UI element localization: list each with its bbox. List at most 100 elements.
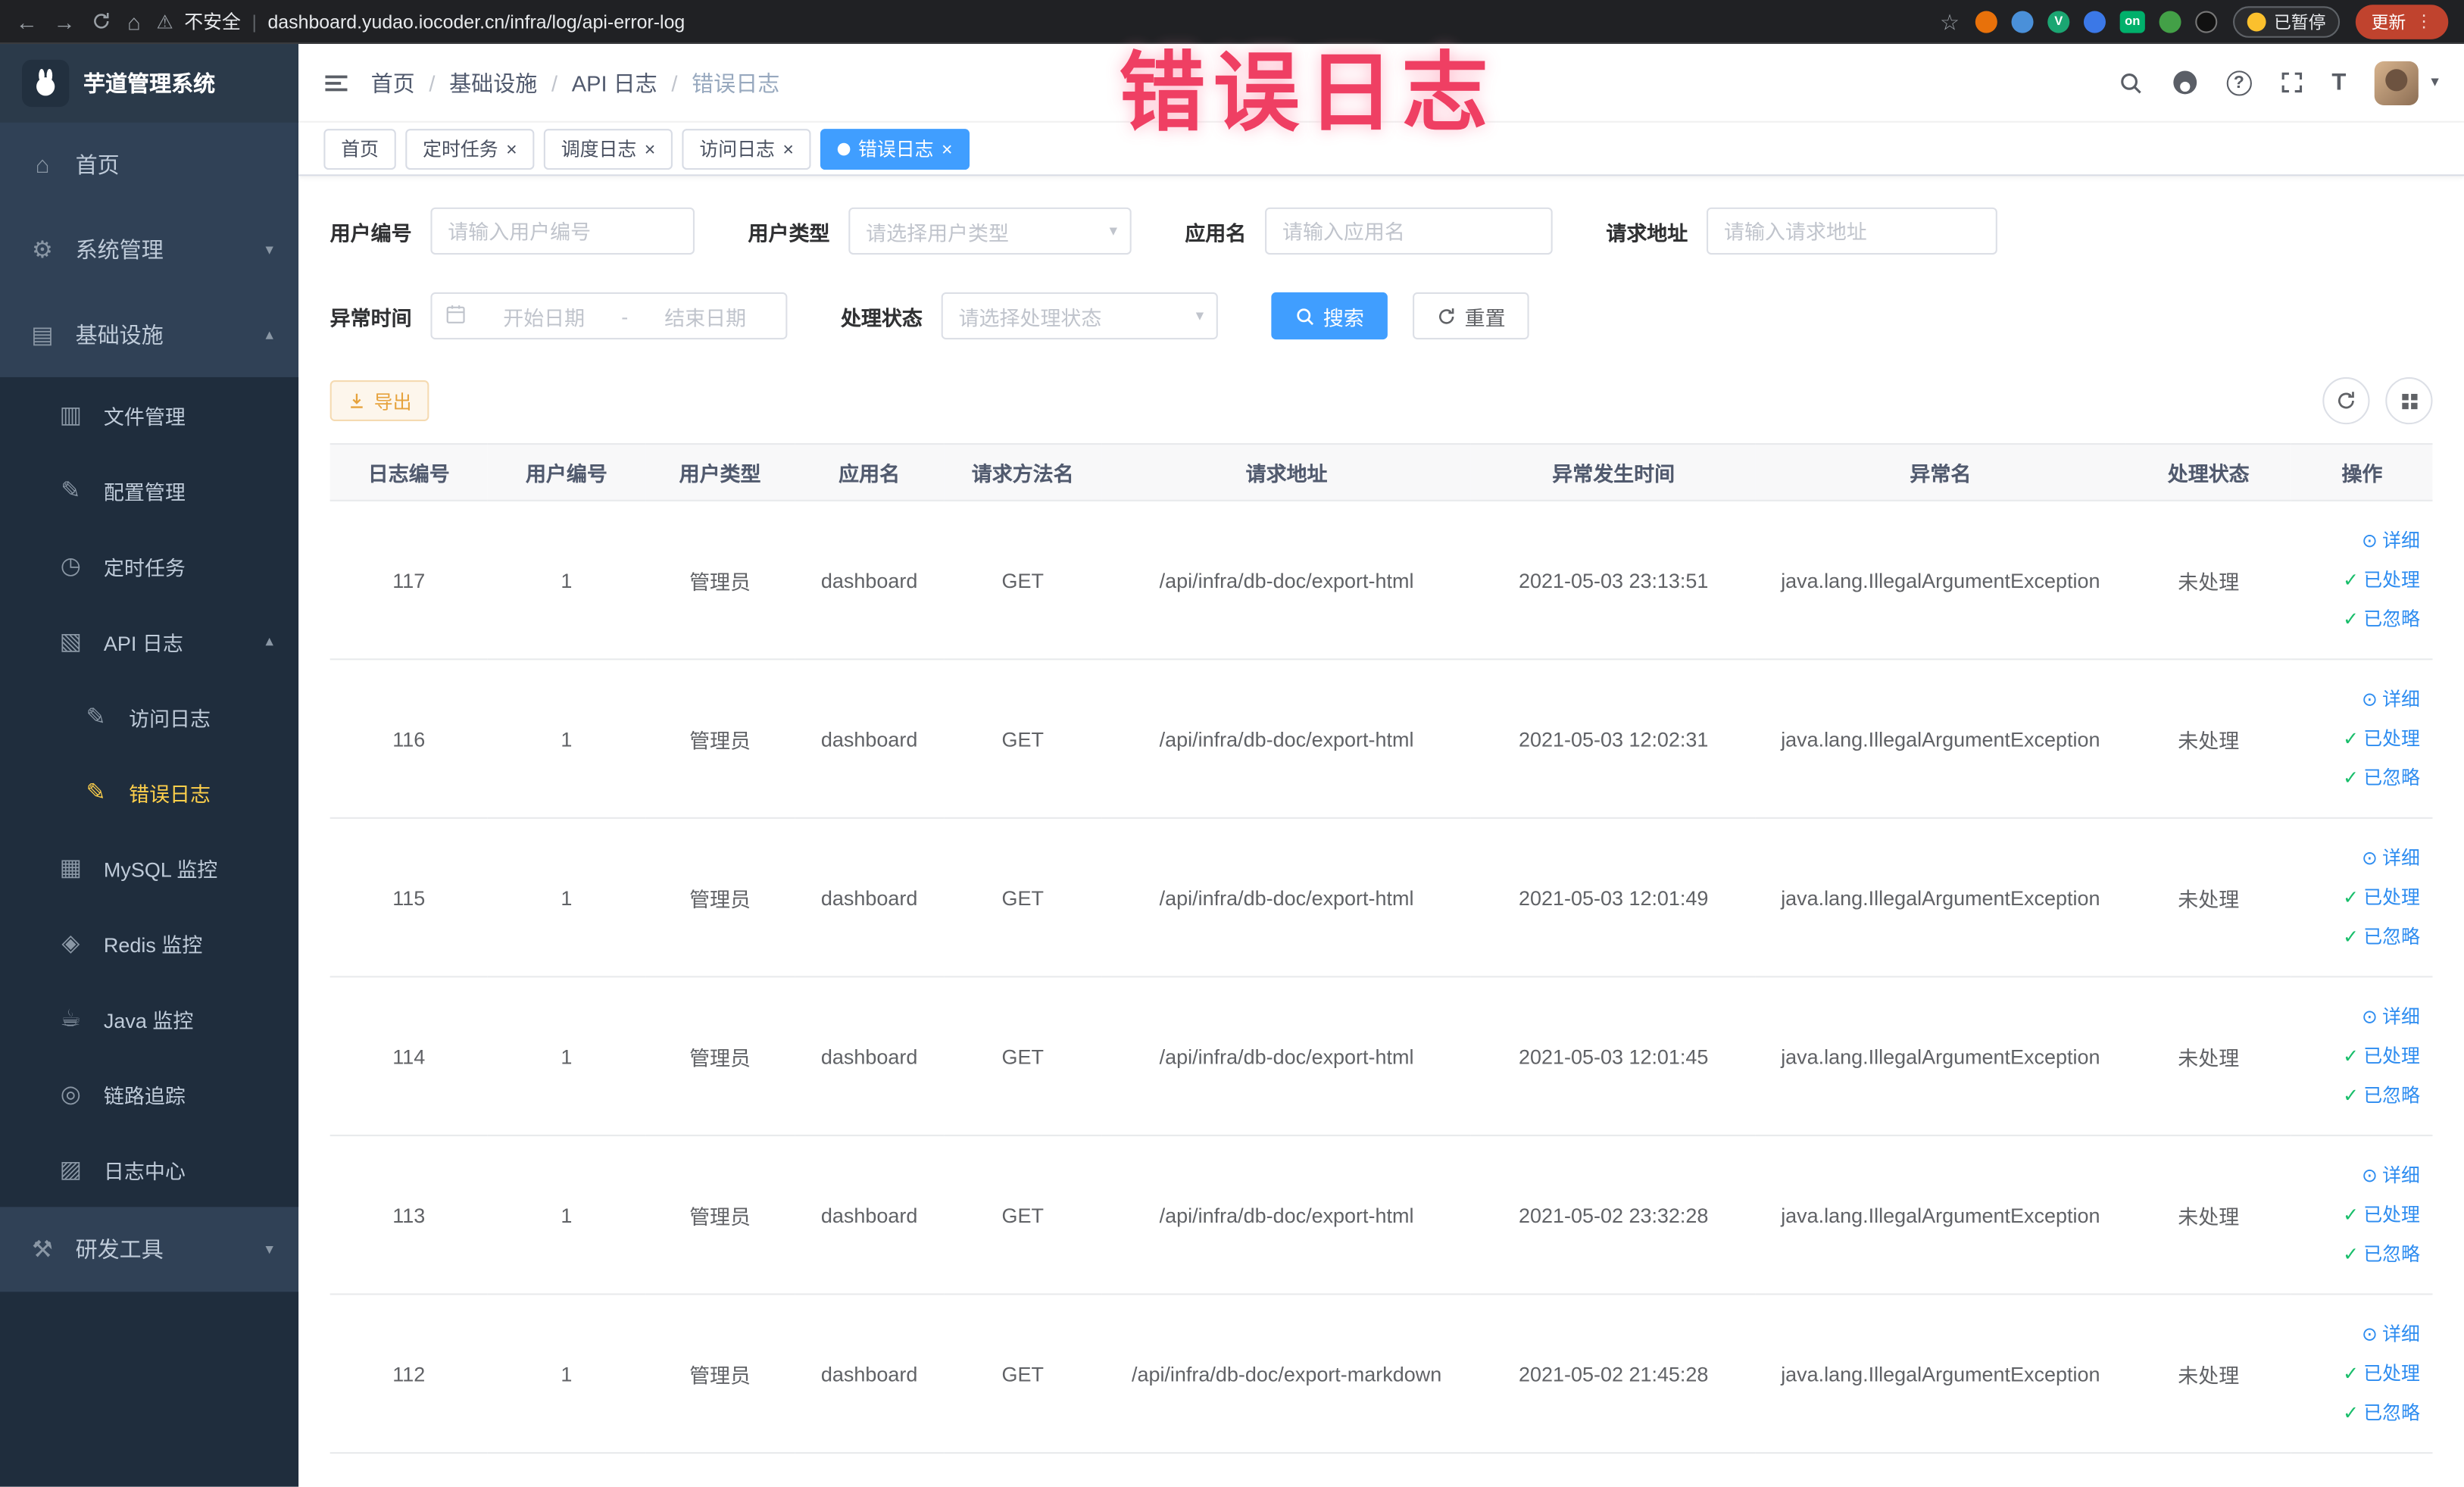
back-icon[interactable]: ← [16,10,38,32]
mark-ignored-link[interactable]: ✓ 已忽略 [2298,1235,2420,1274]
hamburger-icon[interactable] [323,70,348,95]
refresh-icon[interactable] [2322,376,2370,425]
filter-user-id: 用户编号 [330,207,695,255]
help-icon[interactable]: ? [2226,70,2252,95]
mark-ignored-link[interactable]: ✓ 已忽略 [2298,758,2420,798]
sidebar-item-config-management[interactable]: ✎ 配置管理 [0,452,298,528]
check-icon: ✓ [2343,726,2359,749]
check-icon: ✓ [2343,766,2359,789]
sidebar-menu: ⌂ 首页 ⚙ 系统管理 ▾ ▤ 基础设施 ▴ ▥ 文件管理 ✎ 配置管理 ◷ 定… [0,123,299,1292]
tab-error-logs[interactable]: 错误日志 × [820,128,970,170]
col-status: 处理状态 [2125,443,2292,501]
sidebar-item-file-management[interactable]: ▥ 文件管理 [0,377,298,453]
paused-badge[interactable]: 已暂停 [2233,5,2341,37]
sidebar-item-access-logs[interactable]: ✎ 访问日志 [0,679,298,754]
detail-link[interactable]: ⊙ 详细 [2298,679,2420,719]
kebab-icon: ⋮ [2415,12,2433,32]
mark-processed-link[interactable]: ✓ 已处理 [2298,561,2420,600]
user-type-select[interactable]: 请选择用户类型 ▾ [848,207,1132,255]
col-user-id: 用户编号 [487,443,646,501]
calendar-icon [445,302,467,329]
date-range-picker[interactable]: 开始日期 - 结束日期 [430,292,788,340]
fullscreen-icon[interactable] [2280,70,2303,94]
extension-icon[interactable]: on [2119,10,2145,33]
reset-button[interactable]: 重置 [1413,292,1529,340]
app-logo[interactable]: 芋道管理系统 [0,44,299,123]
extension-icon[interactable]: V [2047,10,2070,33]
tab-schedule-logs[interactable]: 调度日志 × [543,128,673,170]
chevron-down-icon: ▾ [1109,222,1118,240]
close-icon[interactable]: × [506,139,517,158]
col-actions: 操作 [2291,443,2433,501]
forward-icon[interactable]: → [54,10,76,32]
sidebar-item-scheduled-tasks[interactable]: ◷ 定时任务 [0,528,298,604]
address-bar[interactable]: ⚠ 不安全 | dashboard.yudao.iocoder.cn/infra… [156,8,1924,34]
update-button[interactable]: 更新 ⋮ [2355,4,2449,39]
bookmark-star-icon[interactable]: ☆ [1940,10,1960,32]
tab-access-logs[interactable]: 访问日志 × [682,128,811,170]
check-icon: ✓ [2343,1044,2359,1067]
mark-processed-link[interactable]: ✓ 已处理 [2298,719,2420,758]
end-date-placeholder[interactable]: 结束日期 [638,301,773,330]
detail-link[interactable]: ⊙ 详细 [2298,997,2420,1036]
extension-icon[interactable] [2195,10,2218,33]
detail-link[interactable]: ⊙ 详细 [2298,1156,2420,1195]
sidebar-item-java-monitor[interactable]: ☕ Java 监控 [0,981,298,1057]
log-doc-icon: ✎ [86,779,106,807]
mark-ignored-link[interactable]: ✓ 已忽略 [2298,599,2420,639]
sidebar-item-log-center[interactable]: ▨ 日志中心 [0,1132,298,1207]
process-status-select[interactable]: 请选择处理状态 ▾ [941,292,1218,340]
mark-ignored-link[interactable]: ✓ 已忽略 [2298,1393,2420,1432]
mark-processed-link[interactable]: ✓ 已处理 [2298,1195,2420,1235]
sidebar-item-redis-monitor[interactable]: ◈ Redis 监控 [0,905,298,981]
mark-processed-link[interactable]: ✓ 已处理 [2298,1036,2420,1076]
extension-icon[interactable] [1975,10,1997,33]
breadcrumb-api-logs[interactable]: API 日志 [572,67,657,98]
caret-down-icon[interactable]: ▾ [2431,74,2438,92]
mark-ignored-link[interactable]: ✓ 已忽略 [2298,1076,2420,1115]
tab-scheduled-tasks[interactable]: 定时任务 × [405,128,535,170]
close-icon[interactable]: × [782,139,794,158]
github-icon[interactable] [2172,69,2198,95]
eye-icon: ⊙ [2361,846,2378,869]
sidebar-item-api-logs[interactable]: ▧ API 日志 ▴ [0,604,298,679]
close-icon[interactable]: × [942,139,953,158]
filter-request-url: 请求地址 [1606,207,1997,255]
mark-processed-link[interactable]: ✓ 已处理 [2298,1354,2420,1393]
user-id-input[interactable] [430,207,695,255]
breadcrumb-error-logs: 错误日志 [692,70,780,95]
export-button[interactable]: 导出 [329,380,429,421]
search-button[interactable]: 搜索 [1271,292,1388,340]
breadcrumb-infrastructure[interactable]: 基础设施 [449,67,537,98]
font-size-icon[interactable]: T [2331,69,2346,95]
breadcrumb-home[interactable]: 首页 [371,67,415,98]
mark-ignored-link[interactable]: ✓ 已忽略 [2298,917,2420,957]
browser-home-icon[interactable]: ⌂ [127,10,141,32]
sidebar-item-mysql-monitor[interactable]: ▦ MySQL 监控 [0,829,298,905]
tab-home[interactable]: 首页 [323,128,396,170]
sidebar-item-dev-tools[interactable]: ⚒ 研发工具 ▾ [0,1207,298,1292]
request-url-input[interactable] [1707,207,1997,255]
reload-icon[interactable] [91,11,111,32]
close-icon[interactable]: × [645,139,656,158]
detail-link[interactable]: ⊙ 详细 [2298,521,2420,561]
database-icon: ▦ [59,854,83,882]
extension-icon[interactable] [2159,10,2181,33]
detail-link[interactable]: ⊙ 详细 [2298,839,2420,878]
table-row: 112 1 管理员 dashboard GET /api/infra/db-do… [329,1294,2433,1454]
mark-processed-link[interactable]: ✓ 已处理 [2298,878,2420,917]
avatar[interactable] [2374,60,2419,105]
app-name-input[interactable] [1265,207,1553,255]
detail-link[interactable]: ⊙ 详细 [2298,1314,2420,1354]
table-row: 114 1 管理员 dashboard GET /api/infra/db-do… [329,976,2433,1136]
sidebar-item-error-logs[interactable]: ✎ 错误日志 [0,754,298,830]
sidebar-item-tracing[interactable]: ◎ 链路追踪 [0,1056,298,1132]
sidebar-item-infrastructure[interactable]: ▤ 基础设施 ▴ [0,292,298,377]
column-settings-icon[interactable] [2385,376,2433,425]
sidebar-item-home[interactable]: ⌂ 首页 [0,123,298,208]
extension-icon[interactable] [2083,10,2106,33]
sidebar-item-system-management[interactable]: ⚙ 系统管理 ▾ [0,208,298,292]
start-date-placeholder[interactable]: 开始日期 [476,301,612,330]
extension-icon[interactable] [2011,10,2034,33]
search-icon[interactable] [2118,70,2143,95]
